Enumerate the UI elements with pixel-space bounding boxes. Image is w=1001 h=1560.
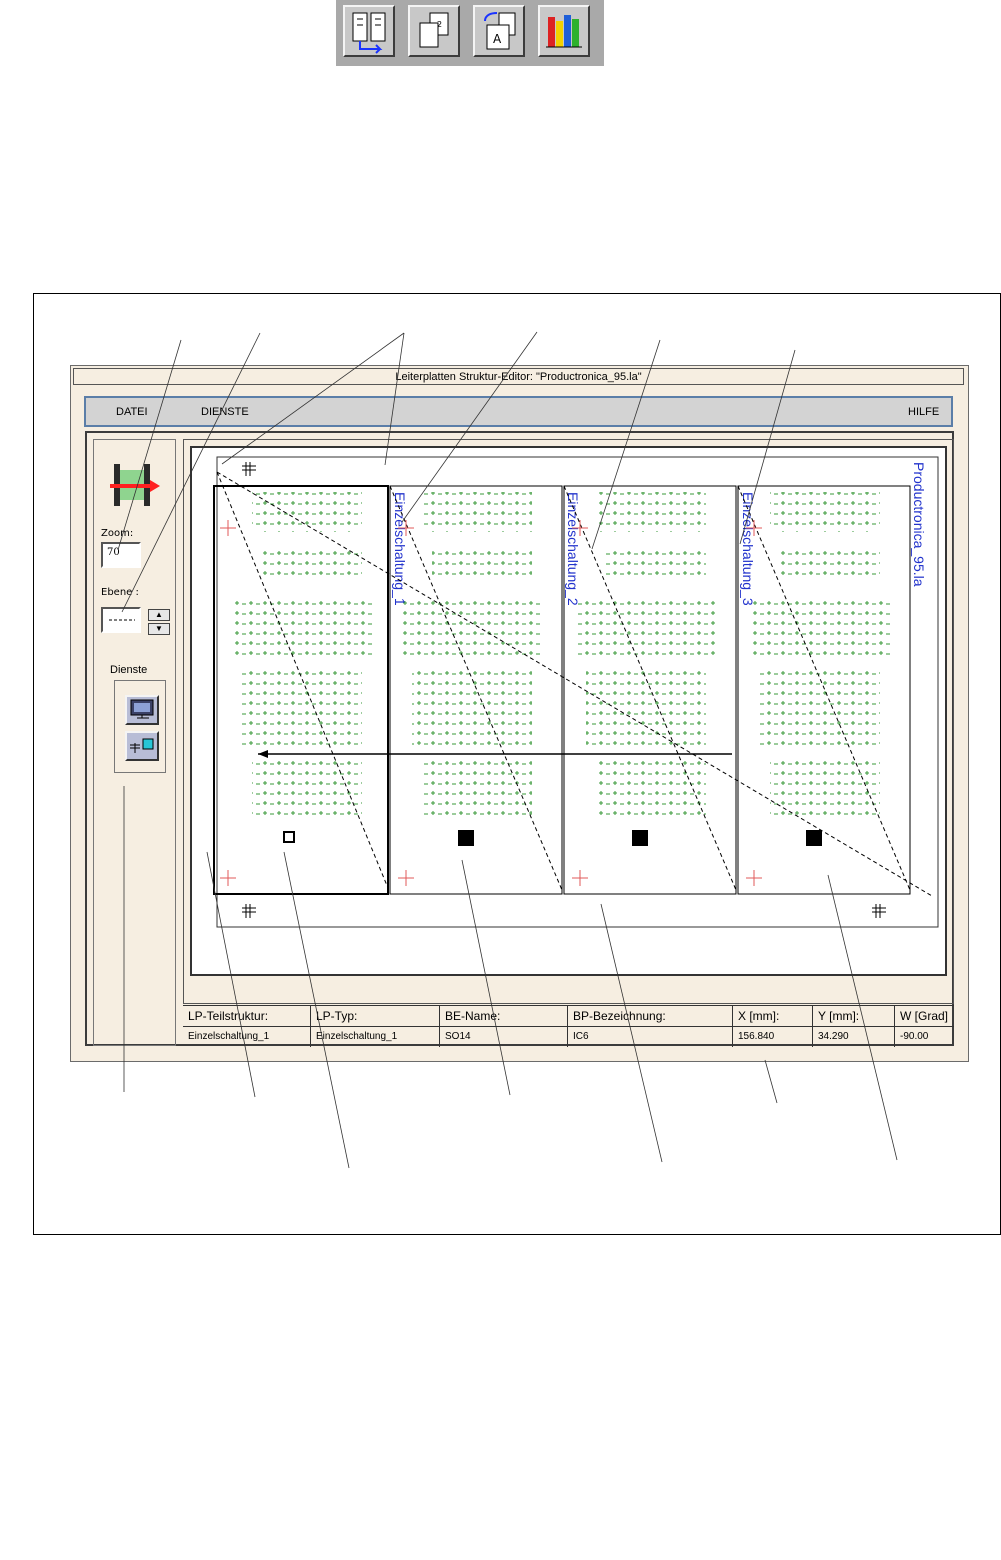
status-table: LP-Teilstruktur: Einzelschaltung_1 LP-Ty… (183, 1005, 954, 1047)
col-lp-typ: LP-Typ: Einzelschaltung_1 (311, 1006, 440, 1047)
header-lp-typ: LP-Typ: (316, 1009, 358, 1023)
connect-service-icon (130, 738, 154, 753)
client-area: Zoom: 70 Ebene : ▲ ▼ Dienste Einzelschal… (85, 431, 954, 1047)
value-lp-teilstruktur: Einzelschaltung_1 (188, 1031, 270, 1042)
books-library-icon (546, 15, 582, 48)
header-lp-teilstruktur: LP-Teilstruktur: (188, 1009, 269, 1023)
value-bp-bezeichnung: IC6 (573, 1031, 589, 1042)
monitor-service-icon (130, 699, 154, 719)
drawing-area[interactable]: Einzelschaltung_1 Einzelschaltung_2 Einz… (183, 439, 954, 1004)
col-w: W [Grad] -90.00 (895, 1006, 954, 1047)
monitor-service-button[interactable] (125, 695, 159, 725)
col-bp-bezeichnung: BP-Bezeichnung: IC6 (568, 1006, 733, 1047)
pcb-canvas[interactable]: Einzelschaltung_1 Einzelschaltung_2 Einz… (190, 446, 947, 976)
services-label: Dienste (110, 664, 148, 676)
header-w: W [Grad] (900, 1009, 949, 1023)
page-layers-icon: 2 (419, 12, 449, 48)
menu-dienste[interactable]: DIENSTE (201, 406, 249, 418)
app-window: Leiterplatten Struktur-Editor: "Productr… (70, 365, 969, 1062)
insert-arrow-icon[interactable] (106, 460, 164, 510)
header-be-name: BE-Name: (445, 1009, 501, 1023)
pcb-board-drawing[interactable]: Einzelschaltung_1 Einzelschaltung_2 Einz… (192, 448, 945, 974)
top-toolbar: 2 A (336, 0, 604, 66)
board-label-2: Einzelschaltung_2 (565, 492, 581, 606)
board-label-3: Einzelschaltung_3 (740, 492, 756, 606)
value-x: 156.840 (738, 1031, 775, 1042)
layer-label: Ebene : (101, 587, 139, 598)
board-label-4: Productronica_95.la (911, 462, 927, 587)
header-x: X [mm]: (738, 1009, 780, 1023)
books-library-button[interactable] (538, 5, 590, 57)
window-title: Leiterplatten Struktur-Editor: "Productr… (73, 368, 964, 385)
header-y: Y [mm]: (818, 1009, 860, 1023)
col-y: Y [mm]: 34.290 (813, 1006, 895, 1047)
page-layers-button[interactable]: 2 (408, 5, 460, 57)
col-x: X [mm]: 156.840 (733, 1006, 813, 1047)
menu-hilfe[interactable]: HILFE (908, 406, 939, 418)
zoom-input[interactable]: 70 (101, 542, 141, 568)
connect-service-button[interactable] (125, 731, 159, 761)
value-lp-typ: Einzelschaltung_1 (316, 1031, 398, 1042)
services-box (114, 680, 166, 773)
menu-datei[interactable]: DATEI (116, 406, 148, 418)
text-rotate-button[interactable]: A (473, 5, 525, 57)
value-y: 34.290 (818, 1031, 849, 1042)
layer-up-button[interactable]: ▲ (148, 609, 170, 621)
col-lp-teilstruktur: LP-Teilstruktur: Einzelschaltung_1 (183, 1006, 311, 1047)
selected-component[interactable] (283, 831, 295, 843)
text-rotate-icon: A (484, 12, 516, 50)
tool-panel: Zoom: 70 Ebene : ▲ ▼ Dienste (93, 439, 176, 1046)
svg-text:2: 2 (437, 20, 442, 29)
header-bp-bezeichnung: BP-Bezeichnung: (573, 1009, 666, 1023)
svg-text:A: A (493, 32, 502, 46)
structure-compare-button[interactable] (343, 5, 395, 57)
layer-down-button[interactable]: ▼ (148, 623, 170, 635)
layer-input[interactable] (101, 607, 141, 633)
zoom-label: Zoom: (101, 528, 134, 539)
structure-compare-icon (352, 12, 386, 54)
board-outline-1[interactable] (213, 485, 389, 895)
board-label-1: Einzelschaltung_1 (392, 492, 408, 606)
layer-dash-pattern (109, 619, 135, 621)
menu-bar: DATEI DIENSTE HILFE (84, 396, 953, 427)
value-be-name: SO14 (445, 1031, 471, 1042)
value-w: -90.00 (900, 1031, 929, 1042)
col-be-name: BE-Name: SO14 (440, 1006, 568, 1047)
